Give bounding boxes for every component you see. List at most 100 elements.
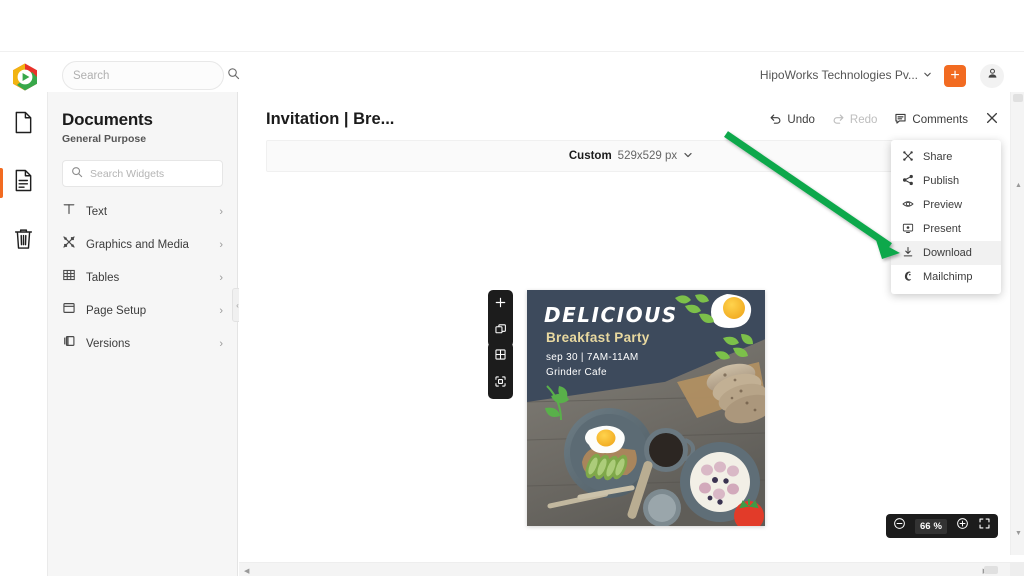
vertical-scrollbar[interactable]: ▲ ▼	[1010, 92, 1024, 555]
widget-item-page-setup[interactable]: Page Setup ›	[62, 294, 223, 327]
document-blank-icon	[13, 111, 34, 139]
chevron-right-icon: ›	[219, 238, 223, 251]
top-bar	[0, 0, 1024, 52]
scroll-down-arrow-icon[interactable]: ▼	[1015, 530, 1022, 537]
scrollbar-corner	[1010, 562, 1024, 576]
menu-item-publish[interactable]: Publish	[891, 169, 1001, 193]
org-switcher[interactable]: HipoWorks Technologies Pv...	[760, 68, 932, 82]
undo-label: Undo	[787, 113, 815, 126]
menu-item-download[interactable]: Download	[891, 241, 1001, 265]
menu-item-label: Present	[923, 223, 961, 235]
menu-item-label: Share	[923, 151, 953, 163]
widget-item-versions[interactable]: Versions ›	[62, 327, 223, 360]
widget-label: Page Setup	[86, 304, 147, 317]
widget-label: Text	[86, 205, 108, 218]
add-pod	[488, 290, 513, 347]
eye-icon	[902, 198, 914, 213]
comment-bubble-icon	[894, 112, 907, 128]
user-avatar-icon	[986, 67, 999, 85]
plus-icon[interactable]	[494, 296, 507, 314]
undo-arrow-icon	[769, 112, 782, 128]
rail-item-new-document[interactable]	[0, 106, 48, 144]
mailchimp-icon	[902, 270, 914, 285]
chevron-right-icon: ›	[219, 271, 223, 284]
menu-item-label: Publish	[923, 175, 960, 187]
share-arrow-icon	[902, 174, 914, 189]
present-screen-icon	[902, 222, 914, 237]
close-x-icon	[985, 111, 999, 128]
plus-icon: +	[950, 67, 960, 84]
widget-label: Tables	[86, 271, 120, 284]
design-title: DELICIOUS	[544, 303, 678, 327]
widget-label: Versions	[86, 337, 131, 350]
editor-actions: Undo Redo Comments	[769, 111, 999, 128]
panel-subtitle: General Purpose	[62, 133, 147, 145]
grid-pod	[488, 342, 513, 399]
redo-button[interactable]: Redo	[832, 112, 878, 128]
design-venue: Grinder Cafe	[546, 367, 607, 378]
widget-item-tables[interactable]: Tables ›	[62, 261, 223, 294]
design-canvas[interactable]: DELICIOUS Breakfast Party sep 30 | 7AM-1…	[527, 290, 765, 526]
menu-item-share[interactable]: Share	[891, 145, 1001, 169]
menu-item-mailchimp[interactable]: Mailchimp	[891, 265, 1001, 289]
canvas-size-dimensions: 529x529 px	[617, 150, 678, 162]
plus-circle-icon[interactable]	[956, 517, 969, 535]
menu-item-preview[interactable]: Preview	[891, 193, 1001, 217]
grid-icon[interactable]	[494, 348, 507, 366]
global-search[interactable]	[62, 61, 240, 90]
hexagon-play-logo-icon[interactable]	[10, 62, 38, 91]
search-icon	[71, 165, 83, 183]
fullscreen-expand-icon[interactable]	[978, 517, 991, 535]
minus-circle-icon[interactable]	[893, 517, 906, 535]
widget-list: Text › Graphics and Media › Tables › Pag…	[62, 195, 223, 360]
add-new-button[interactable]: +	[944, 65, 966, 87]
widget-label: Graphics and Media	[86, 238, 189, 251]
widget-search-input[interactable]	[90, 167, 225, 180]
text-t-icon	[62, 202, 76, 221]
canvas-size-mode: Custom	[568, 150, 612, 162]
menu-item-present[interactable]: Present	[891, 217, 1001, 241]
page-title: Invitation | Bre...	[266, 110, 395, 128]
search-icon[interactable]	[227, 67, 240, 85]
rail-item-documents[interactable]	[0, 164, 48, 202]
versions-layers-icon	[62, 334, 76, 353]
chevron-down-icon[interactable]	[923, 68, 932, 82]
graphics-media-icon	[62, 235, 76, 254]
org-name-label: HipoWorks Technologies Pv...	[759, 68, 918, 82]
document-actions-menu: Share Publish Preview Present Download M…	[891, 140, 1001, 294]
duplicate-layers-icon[interactable]	[494, 323, 507, 341]
scroll-up-arrow-icon[interactable]: ▲	[1015, 182, 1022, 189]
chevron-right-icon: ›	[219, 304, 223, 317]
widget-item-graphics-and-media[interactable]: Graphics and Media ›	[62, 228, 223, 261]
zoom-number: 66	[919, 520, 931, 532]
comments-button[interactable]: Comments	[894, 112, 968, 128]
chevron-right-icon: ›	[219, 337, 223, 350]
page-setup-icon	[62, 301, 76, 320]
horizontal-scrollbar-thumb[interactable]	[984, 566, 998, 574]
comments-label: Comments	[912, 113, 968, 126]
zoom-value[interactable]: 66 %	[914, 518, 947, 534]
undo-button[interactable]: Undo	[769, 112, 815, 128]
share-nodes-icon	[902, 150, 914, 165]
user-avatar[interactable]	[980, 64, 1004, 88]
crop-selection-icon[interactable]	[494, 375, 507, 393]
redo-label: Redo	[849, 113, 878, 126]
chevron-right-icon: ›	[219, 205, 223, 218]
zoom-unit: %	[933, 520, 942, 532]
document-lines-icon	[13, 169, 34, 197]
chevron-down-icon[interactable]	[683, 150, 693, 163]
widgets-panel: Documents General Purpose Text ›	[48, 92, 238, 576]
widget-search[interactable]	[62, 160, 225, 187]
vertical-scrollbar-thumb[interactable]	[1013, 94, 1023, 102]
trash-icon	[13, 227, 34, 255]
table-grid-icon	[62, 268, 76, 287]
menu-item-label: Mailchimp	[923, 271, 973, 283]
scroll-left-arrow-icon[interactable]: ◀	[244, 567, 249, 575]
horizontal-scrollbar[interactable]: ◀ ▶	[239, 562, 1010, 576]
close-button[interactable]	[985, 111, 999, 128]
rail-item-trash[interactable]	[0, 222, 48, 260]
panel-title: Documents	[62, 110, 153, 129]
widget-item-text[interactable]: Text ›	[62, 195, 223, 228]
canvas-size-selector[interactable]: Custom 529x529 px	[266, 140, 996, 172]
search-input[interactable]	[73, 69, 227, 82]
